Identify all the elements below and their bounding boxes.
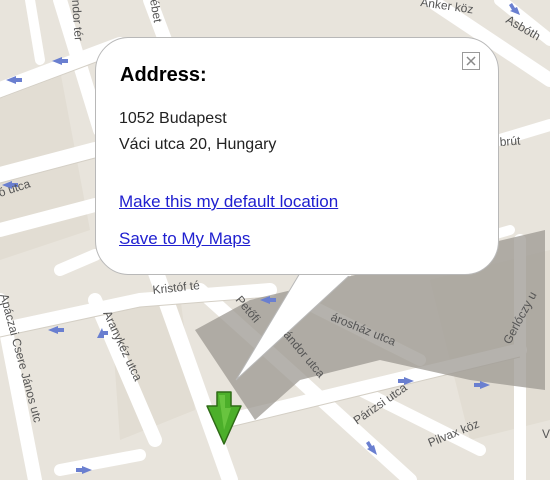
address-line-1: 1052 Budapest: [119, 110, 227, 127]
close-icon[interactable]: [462, 52, 480, 70]
make-default-location-link[interactable]: Make this my default location: [119, 192, 338, 212]
address-line-2: Váci utca 20, Hungary: [119, 136, 277, 153]
green-arrow-marker-icon[interactable]: [205, 390, 245, 446]
map-view[interactable]: Anker köz Asbóth ndor tér ébet ó utca Kr…: [0, 0, 550, 480]
save-to-my-maps-link[interactable]: Save to My Maps: [119, 229, 250, 249]
popup-title: Address:: [120, 64, 207, 86]
